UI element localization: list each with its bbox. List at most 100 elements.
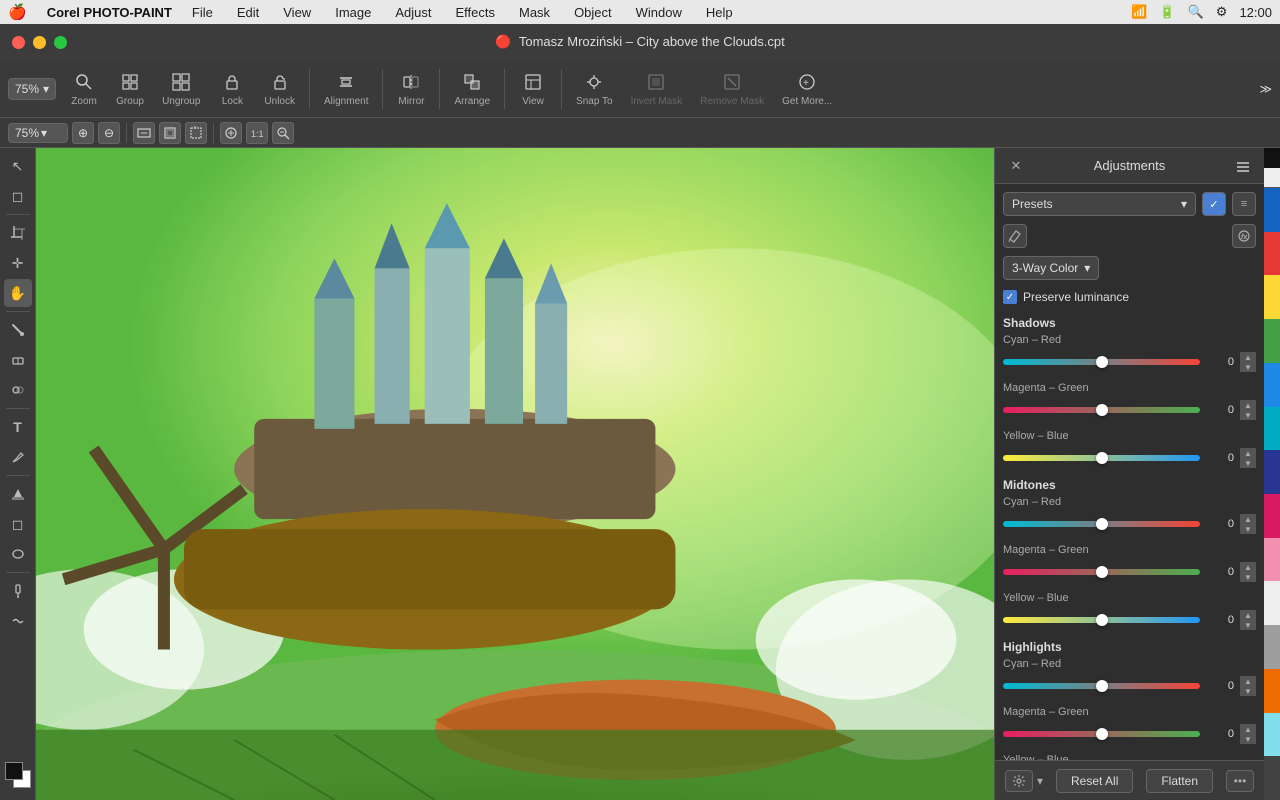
zoom-out-button[interactable]: ⊖ — [98, 122, 120, 144]
menu-file[interactable]: File — [188, 3, 217, 22]
preserve-luminance-checkbox[interactable]: ✓ — [1003, 290, 1017, 304]
shadows-mg-track[interactable] — [1003, 407, 1200, 413]
color-dark-blue[interactable] — [1264, 188, 1280, 232]
panel-options-button[interactable] — [1232, 155, 1254, 177]
mid-cr-track[interactable] — [1003, 521, 1200, 527]
hi-cr-thumb[interactable] — [1096, 680, 1108, 692]
tool-crop[interactable] — [4, 219, 32, 247]
mid-mg-up[interactable]: ▲ — [1240, 562, 1256, 572]
minimize-button[interactable] — [33, 36, 46, 49]
tool-eyedropper[interactable] — [4, 577, 32, 605]
shadows-mg-stepper[interactable]: ▲ ▼ — [1240, 400, 1256, 420]
search-icon[interactable]: 🔍 — [1188, 4, 1204, 20]
menu-image[interactable]: Image — [331, 3, 375, 22]
zoom-fit-selection-button[interactable] — [185, 122, 207, 144]
color-gray[interactable] — [1264, 625, 1280, 669]
footer-more-button[interactable]: ••• — [1226, 770, 1254, 792]
mid-mg-stepper[interactable]: ▲ ▼ — [1240, 562, 1256, 582]
color-magenta[interactable] — [1264, 494, 1280, 538]
toolbar-ungroup[interactable]: Ungroup — [154, 66, 208, 111]
zoom-percentage-selector[interactable]: 75% ▾ — [8, 123, 68, 143]
canvas-area[interactable] — [36, 148, 994, 800]
presets-dropdown[interactable]: Presets ▾ — [1003, 192, 1196, 216]
hi-cr-down[interactable]: ▼ — [1240, 686, 1256, 696]
shadows-mg-up[interactable]: ▲ — [1240, 400, 1256, 410]
hi-mg-up[interactable]: ▲ — [1240, 724, 1256, 734]
tool-fill[interactable] — [4, 480, 32, 508]
tool-clone[interactable] — [4, 376, 32, 404]
shadows-yb-down[interactable]: ▼ — [1240, 458, 1256, 468]
mid-cr-down[interactable]: ▼ — [1240, 524, 1256, 534]
color-orange[interactable] — [1264, 669, 1280, 713]
zoom-actual-size-button[interactable] — [220, 122, 242, 144]
menu-effects[interactable]: Effects — [451, 3, 499, 22]
shadows-cr-down[interactable]: ▼ — [1240, 362, 1256, 372]
hi-mg-track[interactable] — [1003, 731, 1200, 737]
close-button[interactable] — [12, 36, 25, 49]
presets-check-button[interactable]: ✓ — [1202, 192, 1226, 216]
toolbar-view[interactable]: View — [511, 66, 555, 111]
hi-mg-thumb[interactable] — [1096, 728, 1108, 740]
shadows-mg-thumb[interactable] — [1096, 404, 1108, 416]
tool-smear[interactable] — [4, 607, 32, 635]
toolbar-arrange[interactable]: Arrange — [446, 66, 498, 111]
toolbar-snap-to[interactable]: Snap To — [568, 66, 621, 111]
footer-settings-button[interactable] — [1005, 770, 1033, 792]
edit-pencil-button[interactable] — [1003, 224, 1027, 248]
color-white[interactable] — [1264, 168, 1280, 188]
flatten-button[interactable]: Flatten — [1146, 769, 1213, 793]
menu-edit[interactable]: Edit — [233, 3, 263, 22]
color-mode-selector[interactable]: 3-Way Color ▾ — [1003, 256, 1099, 280]
zoom-100-button[interactable]: 1:1 — [246, 122, 268, 144]
shadows-mg-down[interactable]: ▼ — [1240, 410, 1256, 420]
toolbar-remove-mask[interactable]: Remove Mask — [692, 66, 772, 111]
menu-mask[interactable]: Mask — [515, 3, 554, 22]
color-yellow[interactable] — [1264, 275, 1280, 319]
menu-window[interactable]: Window — [632, 3, 686, 22]
hi-mg-stepper[interactable]: ▲ ▼ — [1240, 724, 1256, 744]
mid-yb-track[interactable] — [1003, 617, 1200, 623]
toolbar-lock[interactable]: Lock — [210, 66, 254, 111]
zoom-custom-button[interactable] — [272, 122, 294, 144]
hi-cr-up[interactable]: ▲ — [1240, 676, 1256, 686]
tool-pan[interactable]: ✋ — [4, 279, 32, 307]
control-center-icon[interactable]: ⚙ — [1216, 4, 1228, 20]
presets-menu-button[interactable]: ≡ — [1232, 192, 1256, 216]
shadows-cr-up[interactable]: ▲ — [1240, 352, 1256, 362]
foreground-color-swatch[interactable] — [5, 762, 23, 780]
mid-yb-up[interactable]: ▲ — [1240, 610, 1256, 620]
mid-mg-track[interactable] — [1003, 569, 1200, 575]
tool-text[interactable]: T — [4, 413, 32, 441]
toolbar-invert-mask[interactable]: Invert Mask — [623, 66, 691, 111]
color-black[interactable] — [1264, 148, 1280, 168]
mid-mg-thumb[interactable] — [1096, 566, 1108, 578]
color-blue[interactable] — [1264, 363, 1280, 407]
zoom-selector[interactable]: 75% ▾ — [8, 78, 56, 100]
shadows-yb-stepper[interactable]: ▲ ▼ — [1240, 448, 1256, 468]
zoom-fit-page-button[interactable] — [159, 122, 181, 144]
artwork-canvas[interactable] — [36, 148, 994, 800]
toolbar-mirror[interactable]: Mirror — [389, 66, 433, 111]
shadows-cr-stepper[interactable]: ▲ ▼ — [1240, 352, 1256, 372]
tool-ellipse[interactable] — [4, 540, 32, 568]
zoom-fit-width-button[interactable] — [133, 122, 155, 144]
color-pink[interactable] — [1264, 538, 1280, 582]
toolbar-group[interactable]: Group — [108, 66, 152, 111]
tool-rectangle[interactable]: ◻ — [4, 510, 32, 538]
color-green[interactable] — [1264, 319, 1280, 363]
color-red[interactable] — [1264, 232, 1280, 276]
zoom-in-button[interactable]: ⊕ — [72, 122, 94, 144]
mid-cr-stepper[interactable]: ▲ ▼ — [1240, 514, 1256, 534]
toolbar-expand[interactable]: ≫ — [1259, 82, 1272, 96]
mid-cr-thumb[interactable] — [1096, 518, 1108, 530]
toolbar-alignment[interactable]: Alignment — [316, 66, 376, 111]
shadows-yb-up[interactable]: ▲ — [1240, 448, 1256, 458]
mid-yb-stepper[interactable]: ▲ ▼ — [1240, 610, 1256, 630]
tool-select[interactable]: ↖ — [4, 152, 32, 180]
toolbar-unlock[interactable]: Unlock — [256, 66, 303, 111]
hi-cr-stepper[interactable]: ▲ ▼ — [1240, 676, 1256, 696]
mid-yb-down[interactable]: ▼ — [1240, 620, 1256, 630]
color-navy[interactable] — [1264, 450, 1280, 494]
mid-mg-down[interactable]: ▼ — [1240, 572, 1256, 582]
toolbar-get-more[interactable]: + Get More... — [774, 66, 840, 111]
